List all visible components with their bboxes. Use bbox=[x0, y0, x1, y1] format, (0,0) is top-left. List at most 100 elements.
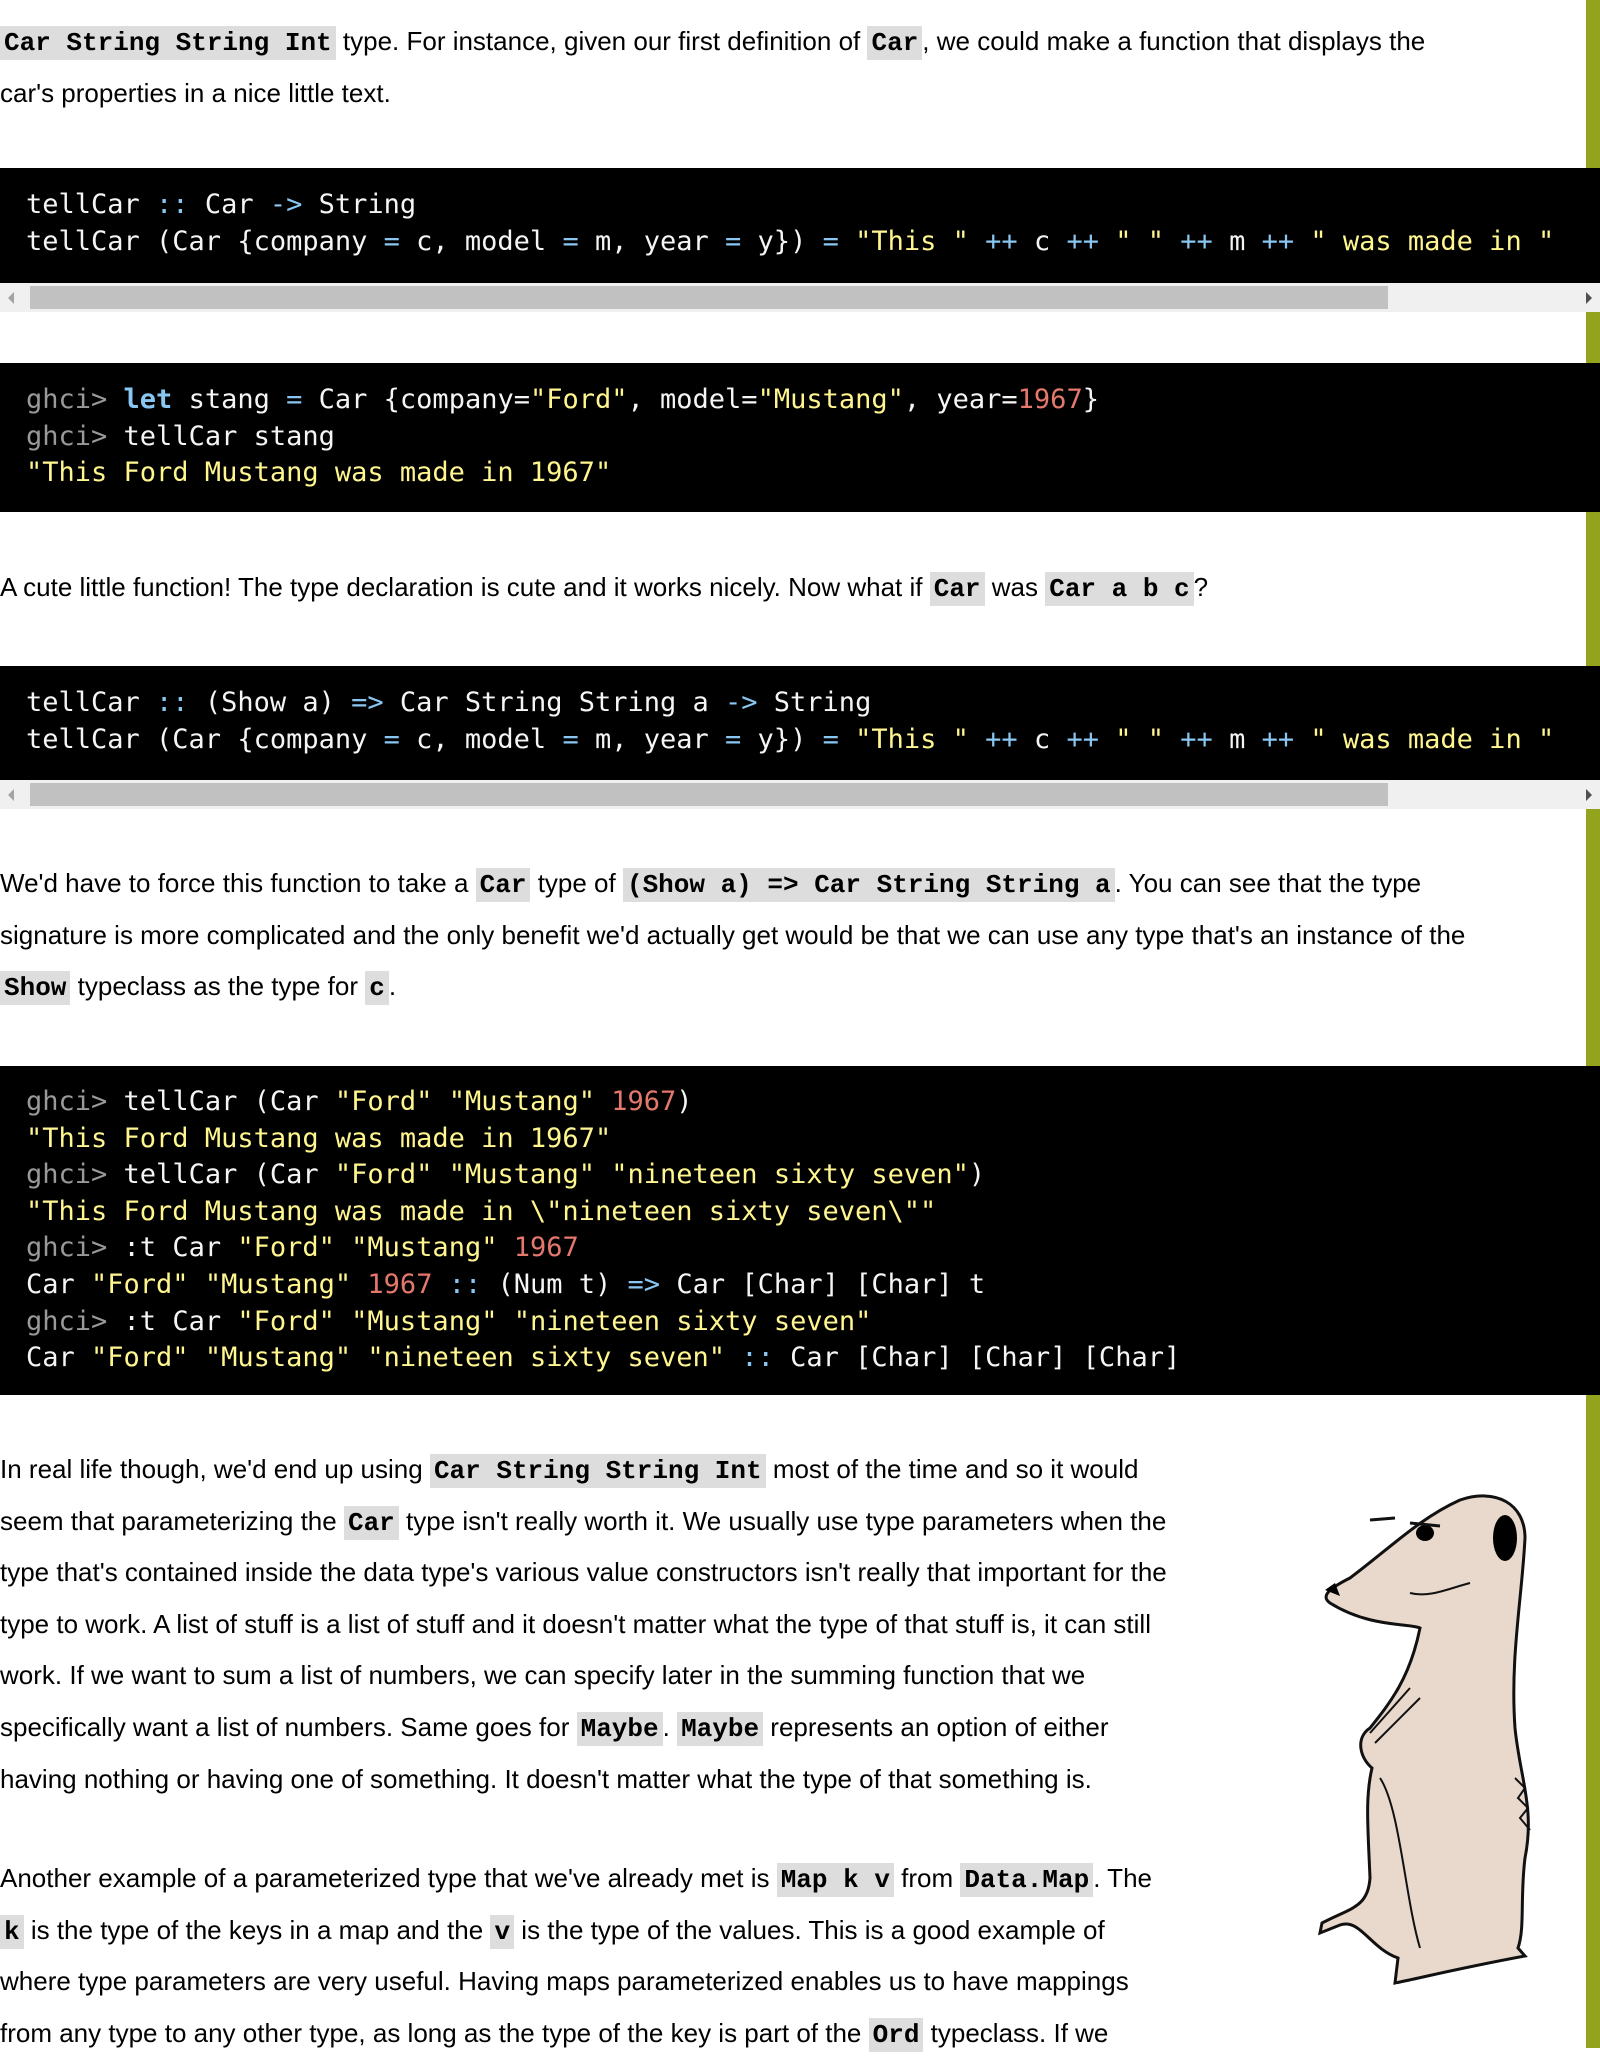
text-line: A cute little function! The type declara… bbox=[0, 562, 1208, 614]
meerkat-illustration bbox=[1317, 1494, 1531, 1985]
text-segment: typeclass as the type for bbox=[70, 971, 366, 1002]
inline-code: Map k v bbox=[776, 1863, 894, 1897]
text-line: car's properties in a nice little text. bbox=[0, 68, 1425, 120]
code-line: "This Ford Mustang was made in 1967" bbox=[26, 455, 1600, 492]
text-segment: . bbox=[388, 971, 397, 1002]
text-line: Show typeclass as the type for c. bbox=[0, 961, 1465, 1013]
code-line: ghci> let stang = Car {company="Ford", m… bbox=[26, 382, 1600, 419]
code-token-plain: :t Car bbox=[123, 1232, 238, 1264]
code-token-str: "This Ford Mustang was made in \"ninetee… bbox=[26, 1195, 937, 1227]
paragraph-cute-function: A cute little function! The type declara… bbox=[0, 562, 1208, 614]
code-token-str: " " bbox=[1115, 723, 1165, 755]
code-token-plain: String bbox=[757, 687, 872, 718]
code-token-op: :: bbox=[448, 1268, 482, 1300]
code-token-plain: ) bbox=[676, 1086, 693, 1117]
code-token-prompt: ghci> bbox=[26, 420, 124, 452]
horizontal-scrollbar[interactable] bbox=[0, 283, 1600, 312]
code-token-num: 1967 bbox=[1017, 384, 1083, 415]
text-line: from any type to any other type, as long… bbox=[0, 2008, 1152, 2060]
horizontal-scrollbar[interactable] bbox=[0, 780, 1600, 809]
text-line: signature is more complicated and the on… bbox=[0, 910, 1465, 962]
code-token-op: = bbox=[822, 723, 839, 755]
scrollbar-thumb[interactable] bbox=[30, 286, 1388, 309]
text-segment: having nothing or having one of somethin… bbox=[0, 1763, 1092, 1794]
code-token-op: -> bbox=[725, 687, 758, 718]
code-token-op: ++ bbox=[1066, 723, 1099, 755]
code-token-str: "Mustang" bbox=[204, 1268, 352, 1300]
code-line: ghci> :t Car "Ford" "Mustang" "nineteen … bbox=[26, 1304, 1600, 1341]
scroll-left-arrow-icon[interactable] bbox=[8, 292, 14, 304]
code-token-op: ++ bbox=[1180, 723, 1213, 755]
inline-code: Maybe bbox=[677, 1711, 764, 1746]
text-line: seem that parameterizing the Car type is… bbox=[0, 1496, 1167, 1548]
code-line: "This Ford Mustang was made in 1967" bbox=[26, 1121, 1600, 1158]
code-token-num: 1967 bbox=[611, 1086, 677, 1117]
code-token-str: "Mustang" bbox=[204, 1342, 352, 1374]
text-line: k is the type of the keys in a map and t… bbox=[0, 1905, 1152, 1957]
scroll-right-arrow-icon[interactable] bbox=[1586, 789, 1592, 801]
text-segment: car's properties in a nice little text. bbox=[0, 77, 391, 108]
code-token-str: "Ford" bbox=[237, 1232, 335, 1264]
code-token-str: "Ford" bbox=[334, 1086, 433, 1117]
code-token-op: = bbox=[383, 225, 400, 257]
code-token-op: = bbox=[562, 225, 579, 257]
code-line: tellCar (Car {company = c, model = m, ye… bbox=[26, 722, 1600, 759]
text-line: In real life though, we'd end up using C… bbox=[0, 1444, 1167, 1496]
text-line: type to work. A list of stuff is a list … bbox=[0, 1599, 1167, 1651]
code-token-plain: ) bbox=[968, 1159, 986, 1191]
code-token-str: " was made in " bbox=[1310, 723, 1555, 755]
code-line: ghci> tellCar (Car "Ford" "Mustang" 1967… bbox=[26, 1084, 1600, 1121]
text-segment: specifically want a list of numbers. Sam… bbox=[0, 1711, 577, 1742]
scroll-left-arrow-icon[interactable] bbox=[8, 789, 14, 801]
code-line: tellCar :: (Show a) => Car String String… bbox=[26, 685, 1600, 722]
code-token-plain: (Num t) bbox=[481, 1268, 628, 1300]
inline-code: Maybe bbox=[576, 1711, 663, 1746]
code-token-prompt: ghci> bbox=[26, 1159, 124, 1191]
inline-code: Ord bbox=[868, 2017, 924, 2052]
text-line: Another example of a parameterized type … bbox=[0, 1853, 1152, 1905]
code-token-plain: tellCar bbox=[26, 189, 157, 220]
code-token-op: :: bbox=[156, 687, 189, 718]
text-segment: . The bbox=[1093, 1863, 1152, 1893]
code-token-str: " " bbox=[1115, 225, 1165, 257]
code-token-str: "This Ford Mustang was made in 1967" bbox=[26, 457, 612, 489]
code-token-plain: tellCar (Car {company bbox=[26, 225, 384, 257]
code-token-str: "Ford" bbox=[91, 1268, 189, 1300]
code-token-plain: Car bbox=[188, 189, 270, 220]
scrollbar-thumb[interactable] bbox=[30, 783, 1388, 806]
text-segment: We'd have to force this function to take… bbox=[0, 868, 476, 898]
code-line: tellCar (Car {company = c, model = m, ye… bbox=[26, 224, 1600, 261]
code-token-plain: y}) bbox=[741, 723, 823, 755]
code-token-plain: Car bbox=[26, 1268, 92, 1300]
code-token-plain: tellCar (Car bbox=[123, 1086, 335, 1117]
code-token-str: "This " bbox=[855, 723, 969, 755]
text-segment: type that's contained inside the data ty… bbox=[0, 1557, 1167, 1588]
scroll-right-arrow-icon[interactable] bbox=[1586, 292, 1592, 304]
code-token-plain: (Show a) bbox=[188, 687, 352, 718]
text-segment: type isn't really worth it. We usually u… bbox=[398, 1505, 1167, 1536]
code-token-str: "Ford" bbox=[529, 384, 628, 415]
code-token-plain: c, model bbox=[399, 225, 563, 257]
code-token-plain: stang bbox=[172, 384, 287, 415]
code-token-op: :: bbox=[156, 189, 189, 220]
text-segment: signature is more complicated and the on… bbox=[0, 919, 1466, 950]
code-token-str: "This " bbox=[855, 225, 969, 257]
code-line: Car "Ford" "Mustang" 1967 :: (Num t) => … bbox=[26, 1267, 1600, 1304]
code-line: ghci> tellCar (Car "Ford" "Mustang" "nin… bbox=[26, 1157, 1600, 1194]
text-segment: seem that parameterizing the bbox=[0, 1505, 344, 1536]
code-token-plain: Car [Char] [Char] t bbox=[660, 1268, 986, 1300]
paragraph-real-life: In real life though, we'd end up using C… bbox=[0, 1444, 1167, 1805]
code-token-str: "Ford" bbox=[91, 1342, 189, 1374]
code-token-kw: let bbox=[123, 384, 173, 415]
inline-code: Show bbox=[0, 971, 71, 1006]
code-block-tellcar-definition: tellCar :: Car -> String tellCar (Car {co… bbox=[0, 168, 1600, 283]
text-line: We'd have to force this function to take… bbox=[0, 858, 1465, 910]
